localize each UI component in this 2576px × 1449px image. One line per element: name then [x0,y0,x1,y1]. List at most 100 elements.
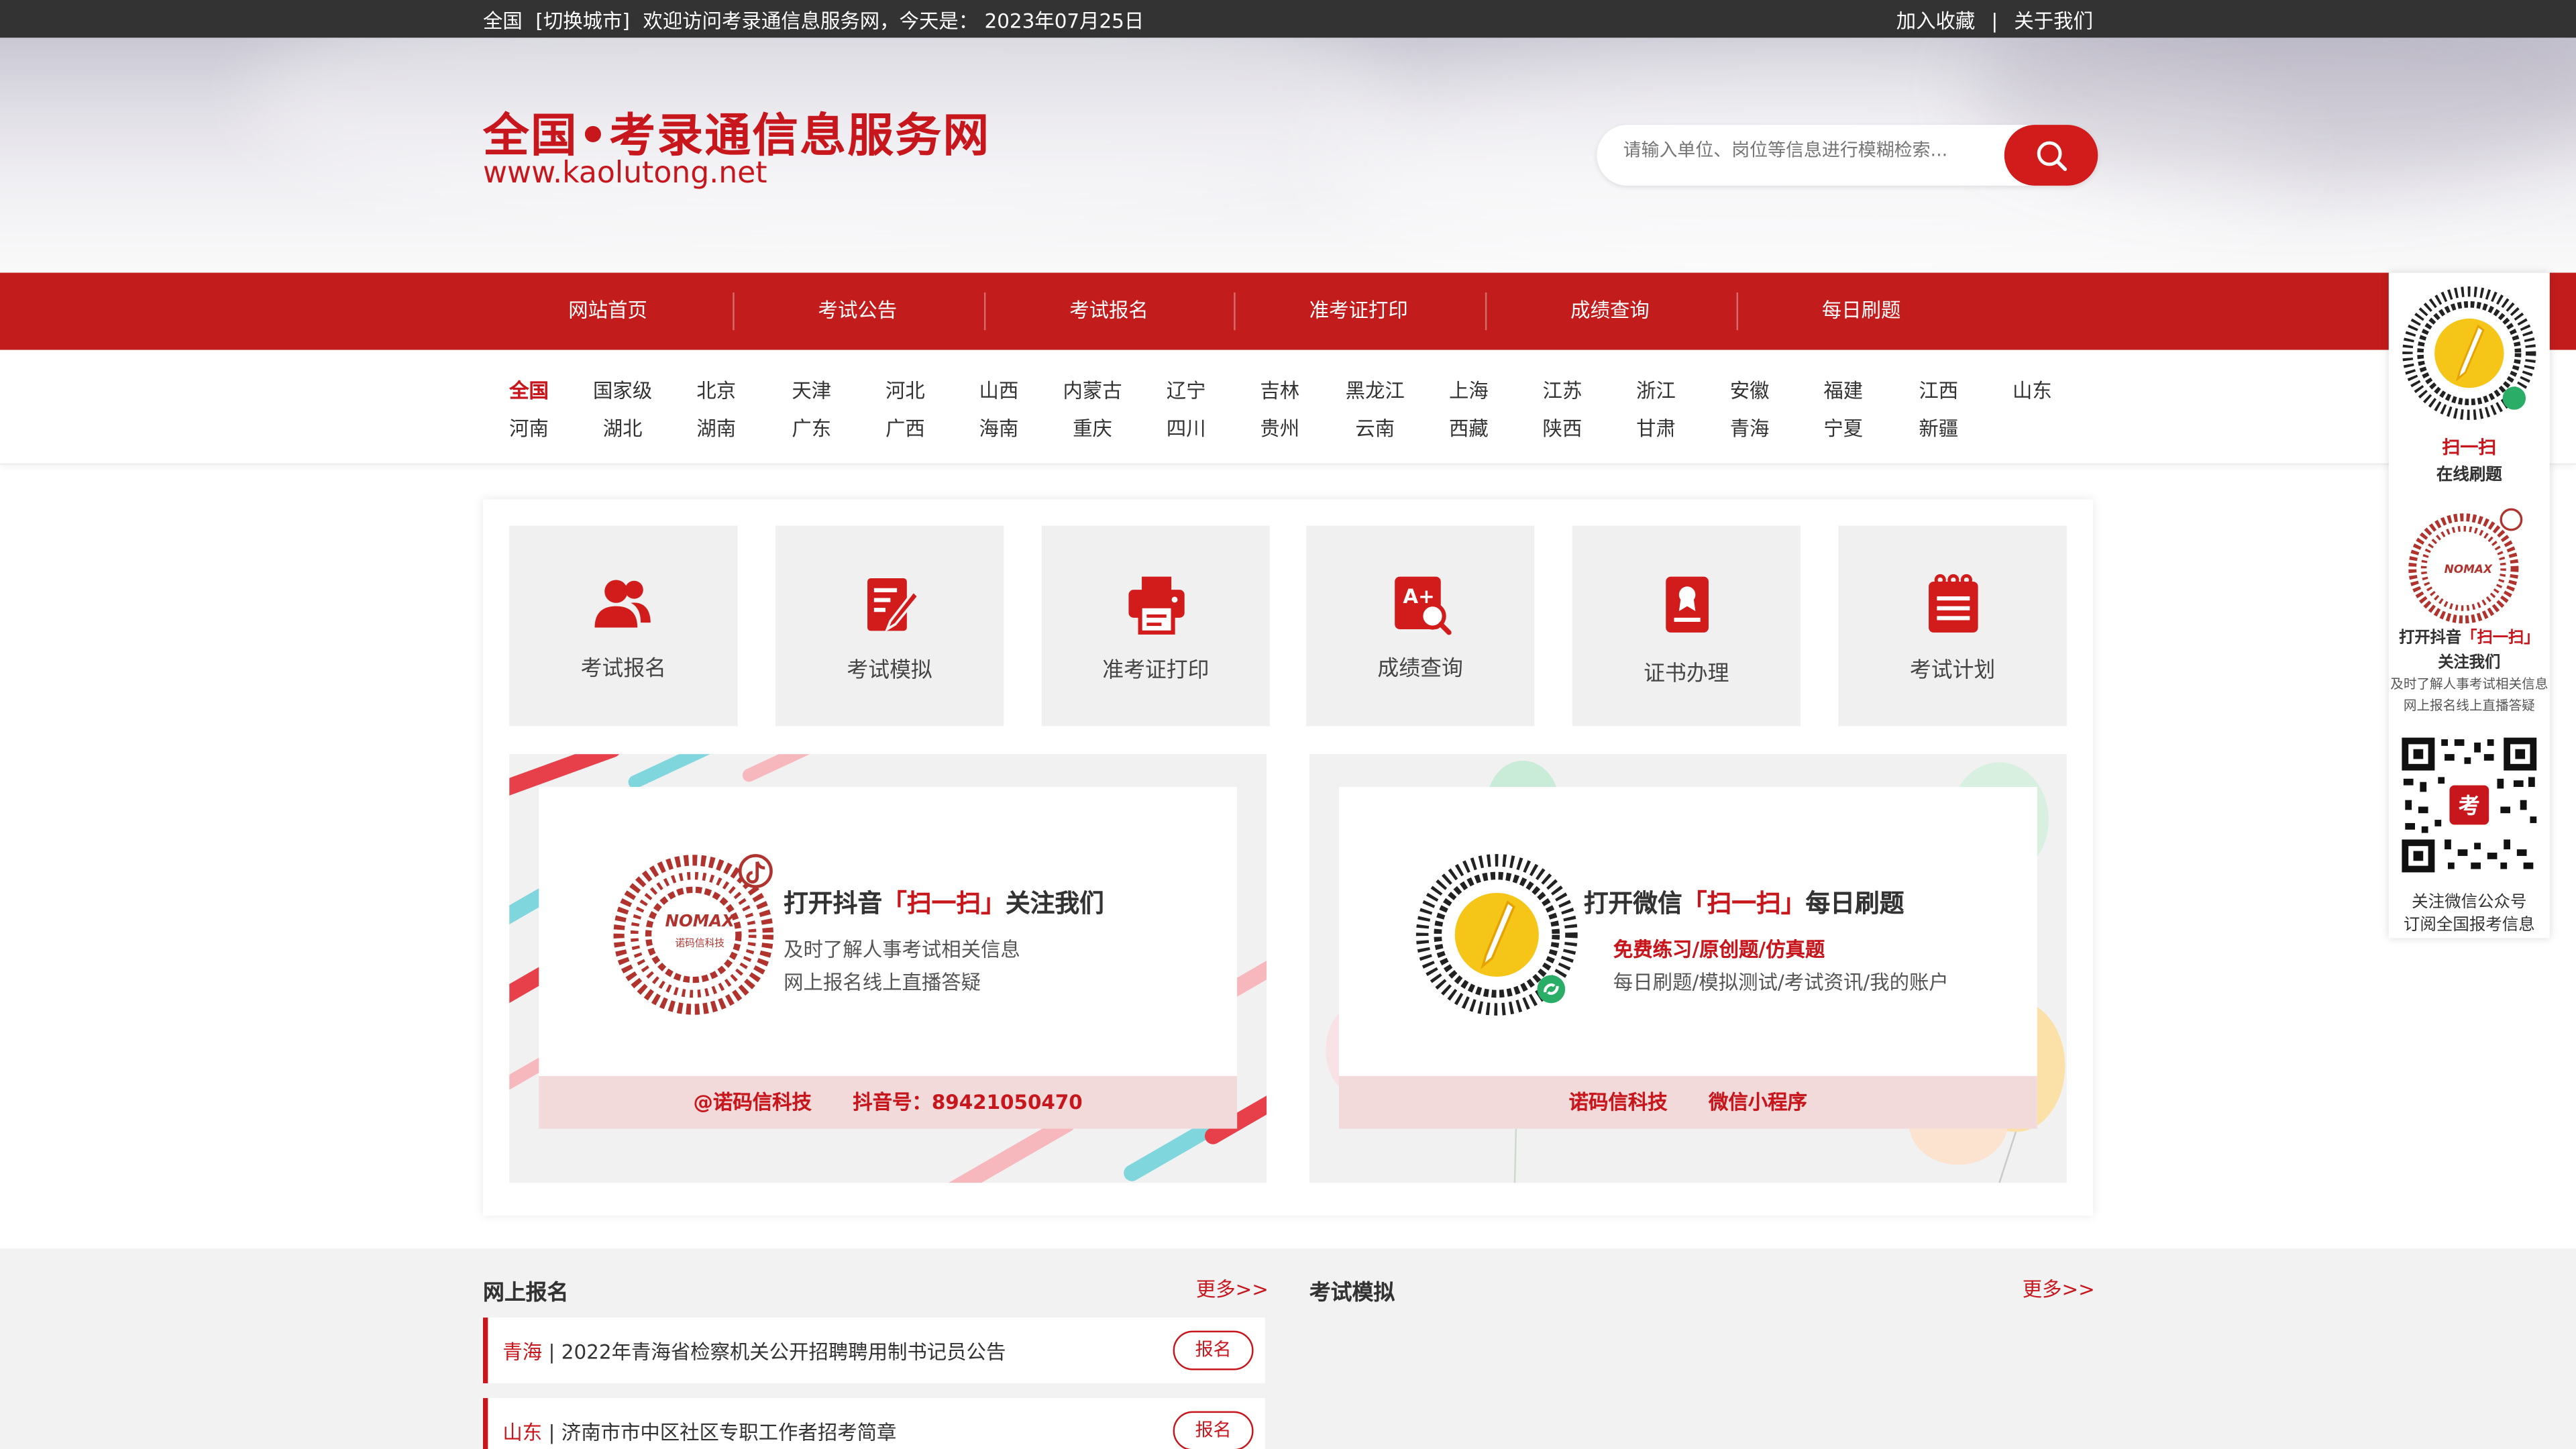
site-url: www.kaolutong.net [483,156,767,191]
douyin-title-post: 关注我们 [1005,888,1104,918]
province-link[interactable]: 上海 [1436,376,1501,405]
province-link[interactable]: 宁夏 [1811,414,1876,442]
nav-admission-ticket[interactable]: 准考证打印 [1234,273,1483,350]
row-province: 山东 [502,1421,543,1444]
douyin-line2: 网上报名线上直播答疑 [784,971,981,994]
online-signup-more-link[interactable]: 更多>> [1196,1275,1269,1303]
edit-doc-icon [866,578,920,633]
side-practice-label: 在线刷题 [2436,466,2502,485]
score-search-icon: A+ [1393,576,1451,635]
side-scan-title: 扫一扫 [2442,437,2497,459]
search-box [1597,125,2098,186]
table-row[interactable]: 青海 | 2022年青海省检察机关公开招聘聘用制书记员公告 报名 [483,1318,1265,1384]
side-douyin-pre: 打开抖音 [2399,629,2462,647]
province-link[interactable]: 国家级 [590,376,655,405]
printer-icon [1128,576,1184,635]
wechat-qr-code [1415,854,1578,1016]
province-link[interactable]: 黑龙江 [1337,376,1413,405]
douyin-title-pre: 打开抖音 [784,888,883,918]
exam-sim-more-link[interactable]: 更多>> [2023,1275,2095,1303]
province-link[interactable]: 四川 [1153,414,1219,442]
wechat-banner[interactable]: 打开微信「扫一扫」每日刷题 免费练习/原创题/仿真题 每日刷题/模拟测试/考试资… [1309,754,2067,1183]
province-link[interactable]: 甘肃 [1623,414,1689,442]
douyin-title: 打开抖音「扫一扫」关注我们 [784,885,1104,920]
province-link[interactable]: 广西 [872,414,938,442]
wechat-title-pre: 打开微信 [1583,888,1682,918]
province-link[interactable]: 内蒙古 [1055,376,1130,405]
wechat-title: 打开微信「扫一扫」每日刷题 [1584,885,1904,920]
side-douyin-line2: 网上报名线上直播答疑 [2403,698,2535,713]
table-row[interactable]: 山东 | 济南市市中区社区专职工作者招考简章 报名 [483,1398,1265,1449]
province-link[interactable]: 全国 [496,376,562,405]
svg-text:NOMAX: NOMAX [2445,562,2493,576]
province-link[interactable]: 北京 [684,376,749,405]
province-link[interactable]: 湖南 [684,414,749,442]
miniprogram-qr-code[interactable] [2399,282,2540,424]
signup-button[interactable]: 报名 [1173,1411,1254,1449]
side-qr-panel: 扫一扫 在线刷题 NOMAX 打开抖音「扫一扫」 关注我们 及时了解人事考试相关… [2388,272,2550,938]
douyin-banner[interactable]: NOMAX 诺码信科技 打开抖音「扫一扫」关注我们 及时了解人事考试相关信息 网… [509,754,1267,1183]
switch-city-link[interactable]: [切换城市] [535,7,630,35]
topbar-separator: | [1991,9,1998,33]
signup-button[interactable]: 报名 [1173,1330,1254,1371]
province-link[interactable]: 安徽 [1717,376,1782,405]
province-link[interactable]: 山东 [1999,376,2065,405]
main-panel: 考试报名 考试模拟 准考证打印 A+ 成绩查询 证书办理 考试计划 NOMAX … [483,499,2094,1216]
nav-announcements[interactable]: 考试公告 [733,273,982,350]
nav-daily-practice[interactable]: 每日刷题 [1737,273,1986,350]
province-link[interactable]: 贵州 [1247,414,1313,442]
tile-score-query[interactable]: A+ 成绩查询 [1305,525,1535,727]
row-text[interactable]: 青海 | 2022年青海省检察机关公开招聘聘用制书记员公告 [502,1337,1006,1365]
province-link[interactable]: 广东 [779,414,845,442]
province-link[interactable]: 河南 [496,414,562,442]
tile-exam-plan[interactable]: 考试计划 [1838,525,2067,727]
province-link[interactable]: 云南 [1342,414,1408,442]
wechat-title-post: 每日刷题 [1805,888,1904,918]
province-link[interactable]: 海南 [966,414,1032,442]
douyin-footer: @诺码信科技 抖音号：89421050470 [539,1076,1238,1129]
province-link[interactable]: 陕西 [1529,414,1595,442]
nav-score-query[interactable]: 成绩查询 [1485,273,1735,350]
date-text: 2023年07月25日 [984,9,1144,33]
online-signup-title: 网上报名 [483,1281,569,1306]
province-link[interactable]: 青海 [1717,414,1782,442]
province-link[interactable]: 湖北 [590,414,655,442]
province-link[interactable]: 江苏 [1529,376,1595,405]
exam-sim-title: 考试模拟 [1309,1281,1395,1306]
province-link[interactable]: 山西 [966,376,1032,405]
page-frame: 全国 [切换城市] 欢迎访问考录通信息服务网，今天是： 2023年07月25日 … [0,0,2576,1449]
province-link[interactable]: 吉林 [1247,376,1313,405]
province-link[interactable]: 天津 [779,376,845,405]
add-favorite-link[interactable]: 加入收藏 [1896,10,1976,33]
province-link[interactable]: 福建 [1811,376,1876,405]
main-nav: 网站首页 考试公告 考试报名 准考证打印 成绩查询 每日刷题 [0,272,2576,350]
province-link[interactable]: 新疆 [1906,414,1972,442]
search-input[interactable] [1623,140,1985,162]
tile-label: 成绩查询 [1377,657,1463,682]
tile-admission-print[interactable]: 准考证打印 [1041,525,1271,727]
province-link[interactable]: 西藏 [1436,414,1501,442]
wechat-line1: 免费练习/原创题/仿真题 [1613,938,1825,961]
province-link[interactable]: 浙江 [1623,376,1689,405]
province-link[interactable]: 河北 [872,376,938,405]
row-text[interactable]: 山东 | 济南市市中区社区专职工作者招考简章 [502,1417,896,1446]
douyin-qr-sub: 诺码信科技 [675,938,725,950]
douyin-qr-logo: NOMAX [665,913,735,932]
douyin-side-qr-code[interactable]: NOMAX [2407,506,2532,631]
douyin-title-em: 「扫一扫」 [882,888,1006,918]
tile-label: 准考证打印 [1102,659,1210,684]
province-link[interactable]: 江西 [1906,376,1972,405]
tile-exam-simulation[interactable]: 考试模拟 [775,525,1004,727]
tile-label: 考试报名 [580,657,667,682]
row-title: 2022年青海省检察机关公开招聘聘用制书记员公告 [561,1340,1006,1364]
tile-signup[interactable]: 考试报名 [509,525,738,727]
nav-home[interactable]: 网站首页 [483,273,733,350]
province-link[interactable]: 重庆 [1060,414,1126,442]
about-us-link[interactable]: 关于我们 [2014,10,2093,33]
tile-certificate[interactable]: 证书办理 [1572,525,1801,727]
province-link[interactable]: 辽宁 [1153,376,1219,405]
side-wechat-line1: 关注微信公众号 [2412,894,2527,912]
news-section: 网上报名 更多>> 考试模拟 更多>> 青海 | 2022年青海省检察机关公开招… [0,1248,2576,1449]
nav-signup[interactable]: 考试报名 [984,273,1234,350]
search-button[interactable] [2004,125,2098,186]
